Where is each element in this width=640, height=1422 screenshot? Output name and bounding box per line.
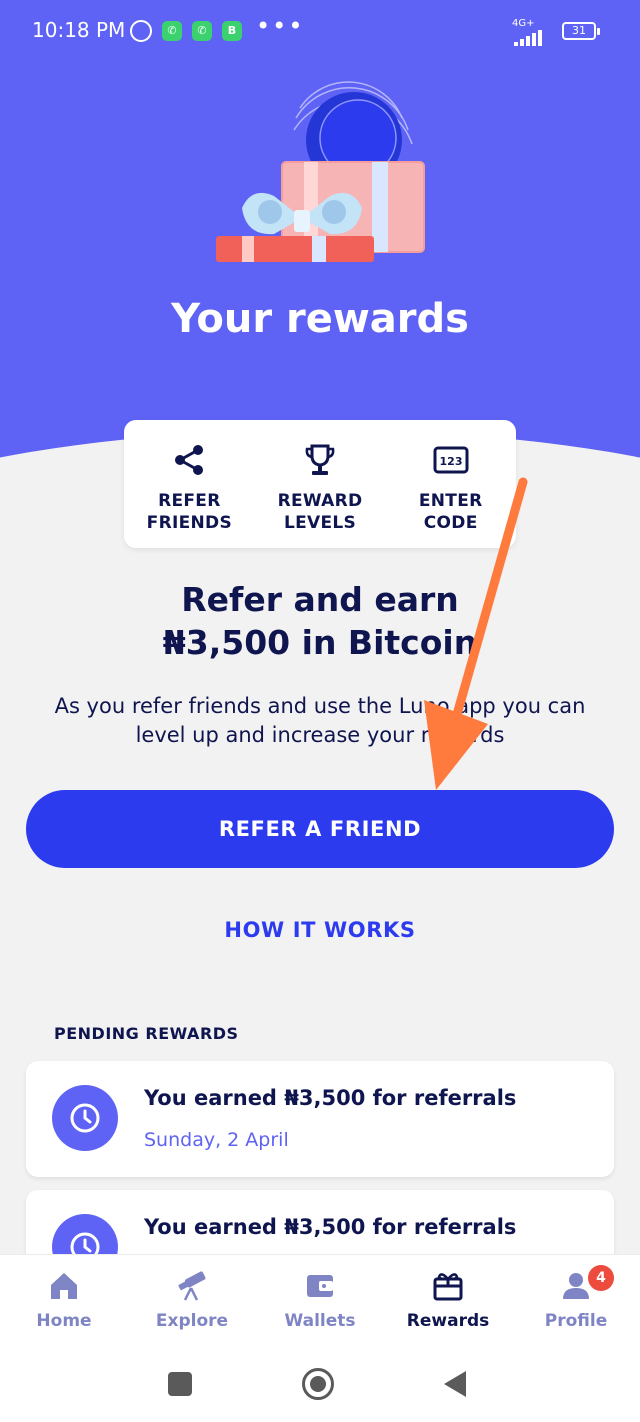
- home-icon: [51, 1273, 77, 1299]
- nav-rewards[interactable]: Rewards: [384, 1255, 512, 1352]
- nav-wallets-label: Wallets: [284, 1311, 356, 1331]
- rewards-hero: 10:18 PM ✆ ✆ B ••• 4G+ 31 Your rewards: [0, 0, 640, 470]
- enter-code-label: ENTER CODE: [418, 491, 483, 533]
- recents-icon[interactable]: [168, 1372, 192, 1396]
- notification-badge: 4: [588, 1265, 614, 1291]
- home-button-icon[interactable]: [302, 1368, 334, 1400]
- refer-heading: Refer and earn ₦3,500 in Bitcoin: [0, 578, 640, 664]
- nav-explore-label: Explore: [155, 1311, 229, 1331]
- refer-friends-action[interactable]: REFER FRIENDS: [124, 420, 255, 548]
- more-notifications-icon: •••: [256, 12, 305, 40]
- refer-heading-line1: Refer and earn: [181, 580, 459, 619]
- reward-title: You earned ₦3,500 for referrals: [144, 1086, 517, 1110]
- network-type: 4G+: [512, 18, 535, 29]
- refer-a-friend-button[interactable]: REFER A FRIEND: [26, 790, 614, 868]
- alarm-icon: [130, 20, 152, 42]
- signal-icon: [514, 30, 542, 46]
- page-title: Your rewards: [171, 296, 469, 342]
- refer-description: As you refer friends and use the Luno ap…: [54, 694, 586, 747]
- enter-code-action[interactable]: 123 ENTER CODE: [385, 420, 516, 548]
- status-time: 10:18 PM: [32, 18, 126, 42]
- nav-explore[interactable]: Explore: [128, 1255, 256, 1352]
- telescope-icon: [178, 1271, 206, 1301]
- nav-home[interactable]: Home: [0, 1255, 128, 1352]
- share-icon: [175, 445, 204, 475]
- quick-actions-card: REFER FRIENDS REWARD LEVELS 123 ENTER CO…: [124, 420, 516, 548]
- reward-title: You earned ₦3,500 for referrals: [144, 1215, 517, 1239]
- nav-rewards-label: Rewards: [406, 1311, 490, 1331]
- nav-home-label: Home: [36, 1311, 92, 1331]
- nav-wallets[interactable]: Wallets: [256, 1255, 384, 1352]
- clock-icon: [52, 1085, 118, 1151]
- code-123-icon: 123: [433, 446, 469, 474]
- code-icon-text: 123: [439, 455, 462, 468]
- whatsapp-business-icon: B: [222, 21, 242, 41]
- whatsapp-icon: ✆: [192, 21, 212, 41]
- battery-icon: 31: [562, 22, 600, 40]
- reward-levels-action[interactable]: REWARD LEVELS: [255, 420, 386, 548]
- trophy-icon: [305, 444, 335, 475]
- nav-profile[interactable]: Profile 4: [512, 1255, 640, 1352]
- refer-friends-label: REFER FRIENDS: [146, 491, 232, 533]
- refer-heading-line2: ₦3,500 in Bitcoin: [162, 623, 478, 662]
- gift-coin-illustration: [216, 81, 425, 262]
- how-it-works-link[interactable]: HOW IT WORKS: [0, 918, 640, 942]
- reward-date: Sunday, 2 April: [144, 1129, 289, 1151]
- nav-profile-label: Profile: [544, 1311, 608, 1331]
- back-icon[interactable]: [444, 1371, 466, 1397]
- gift-icon: [433, 1273, 463, 1301]
- reward-levels-label: REWARD LEVELS: [277, 491, 363, 533]
- whatsapp-icon: ✆: [162, 21, 182, 41]
- pending-rewards-heading: PENDING REWARDS: [54, 1024, 239, 1043]
- system-nav-bar: [0, 1352, 640, 1422]
- pending-reward-card[interactable]: You earned ₦3,500 for referrals Sunday, …: [26, 1061, 614, 1177]
- bottom-nav: Home Explore Wallets Rewards Profile 4: [0, 1254, 640, 1352]
- wallet-icon: [307, 1275, 333, 1297]
- status-bar: 10:18 PM ✆ ✆ B ••• 4G+ 31: [0, 0, 640, 62]
